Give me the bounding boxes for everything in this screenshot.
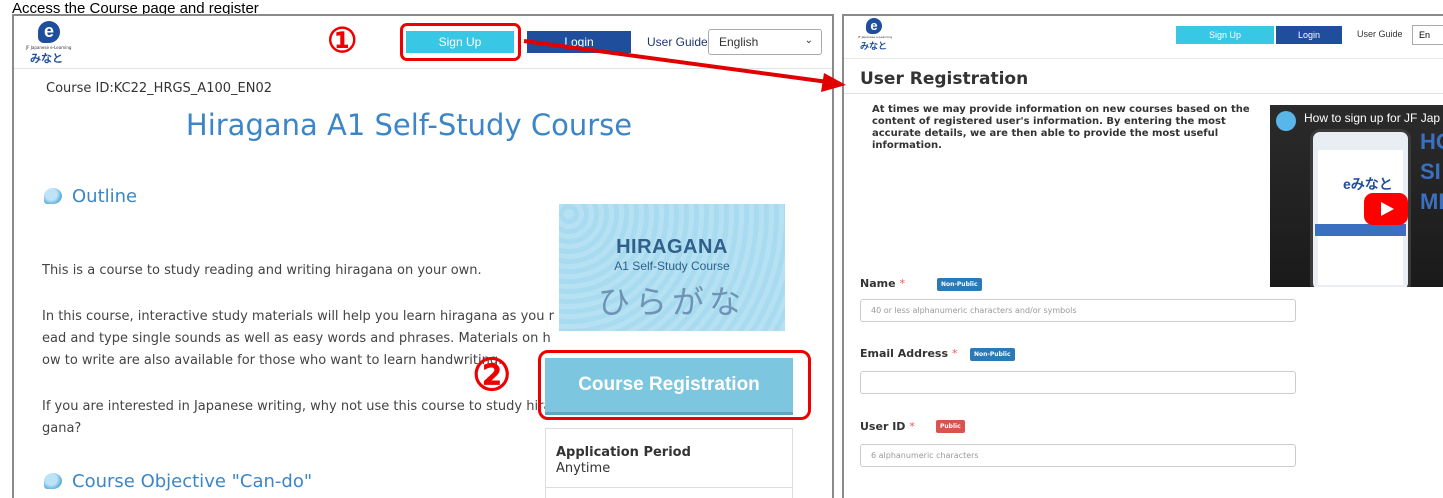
video-overlay-text: HO SI MI <box>1420 129 1443 214</box>
banner-kana: ひらがな <box>597 283 746 321</box>
video-title: How to sign up for JF Jap <box>1304 111 1441 125</box>
user-id-label-text: User ID <box>860 420 906 433</box>
chevron-down-icon: ⌄ <box>804 35 813 46</box>
language-select-value: English <box>719 35 759 49</box>
channel-avatar-icon <box>1276 111 1296 131</box>
user-id-field[interactable]: 6 alphanumeric characters <box>860 444 1296 467</box>
course-title: Hiragana A1 Self-Study Course <box>185 108 633 142</box>
phone-logo: eみなと <box>1343 176 1393 192</box>
registration-header: e JF Japanese e-Learning みなと Sign Up Log… <box>844 16 1443 59</box>
login-button[interactable]: Login <box>1276 26 1342 44</box>
email-field[interactable] <box>860 371 1296 394</box>
minato-logo[interactable]: e JF Japanese e-Learning みなと <box>858 18 892 52</box>
signup-button[interactable]: Sign Up <box>406 31 514 53</box>
required-mark: * <box>899 277 906 290</box>
objective-heading-text: Course Objective "Can-do" <box>72 471 313 492</box>
hiragana-course-banner: HIRAGANA A1 Self-Study Course ひらがな <box>559 204 785 331</box>
application-period-value: Anytime <box>556 461 611 476</box>
banner-subtitle: A1 Self-Study Course <box>614 259 730 273</box>
course-id: Course ID:KC22_HRGS_A100_EN02 <box>46 81 272 96</box>
required-mark: * <box>909 420 915 433</box>
minato-logo[interactable]: e JF Japanese e-Learning みなと <box>26 21 76 65</box>
marker-one: ① <box>327 21 358 61</box>
e-logo-icon: e <box>38 21 60 43</box>
login-button[interactable]: Login <box>527 31 631 53</box>
non-public-badge: Non-Public <box>937 278 982 291</box>
logo-name: みなと <box>860 42 888 52</box>
user-id-label: User ID * <box>860 420 915 433</box>
language-select[interactable]: En <box>1412 25 1443 45</box>
language-select[interactable]: English ⌄ <box>708 29 822 55</box>
non-public-badge: Non-Public <box>970 348 1015 361</box>
name-label: Name * <box>860 277 905 290</box>
name-field[interactable]: 40 or less alphanumeric characters and/o… <box>860 299 1296 322</box>
bubble-icon <box>44 473 62 489</box>
course-page-panel: e JF Japanese e-Learning みなと ① Sign Up L… <box>12 14 834 498</box>
divider <box>844 93 1443 94</box>
phone-band <box>1315 224 1406 236</box>
outline-paragraph-1: This is a course to study reading and wr… <box>42 263 482 278</box>
outline-paragraph-3: If you are interested in Japanese writin… <box>42 399 552 436</box>
course-registration-button[interactable]: Course Registration <box>545 358 793 412</box>
outline-heading: Outline <box>44 186 137 207</box>
e-logo-icon: e <box>866 18 882 34</box>
objective-heading: Course Objective "Can-do" <box>44 471 312 492</box>
email-label: Email Address * <box>860 347 958 360</box>
user-registration-panel: e JF Japanese e-Learning みなと Sign Up Log… <box>842 14 1443 498</box>
email-label-text: Email Address <box>860 347 949 360</box>
logo-name: みなと <box>30 52 63 65</box>
bubble-icon <box>44 188 62 204</box>
user-guide-link[interactable]: User Guide <box>1357 29 1403 39</box>
signup-video-thumbnail[interactable]: eみなと How to sign up for JF Jap HO SI MI <box>1270 105 1443 287</box>
public-badge: Public <box>936 420 965 433</box>
user-guide-link[interactable]: User Guide <box>647 35 708 49</box>
application-period-label: Application Period <box>556 445 691 460</box>
application-period-box: Application Period Anytime <box>545 428 793 498</box>
course-page-header: e JF Japanese e-Learning みなと ① Sign Up L… <box>14 16 832 69</box>
outline-heading-text: Outline <box>72 186 138 207</box>
divider <box>546 487 792 488</box>
required-mark: * <box>952 347 958 360</box>
banner-title: HIRAGANA <box>616 236 728 258</box>
registration-title: User Registration <box>860 69 1029 89</box>
marker-two: ② <box>472 350 512 401</box>
name-label-text: Name <box>860 277 896 290</box>
signup-button[interactable]: Sign Up <box>1176 26 1274 44</box>
play-icon[interactable] <box>1364 193 1408 225</box>
registration-info-text: At times we may provide information on n… <box>872 104 1250 151</box>
